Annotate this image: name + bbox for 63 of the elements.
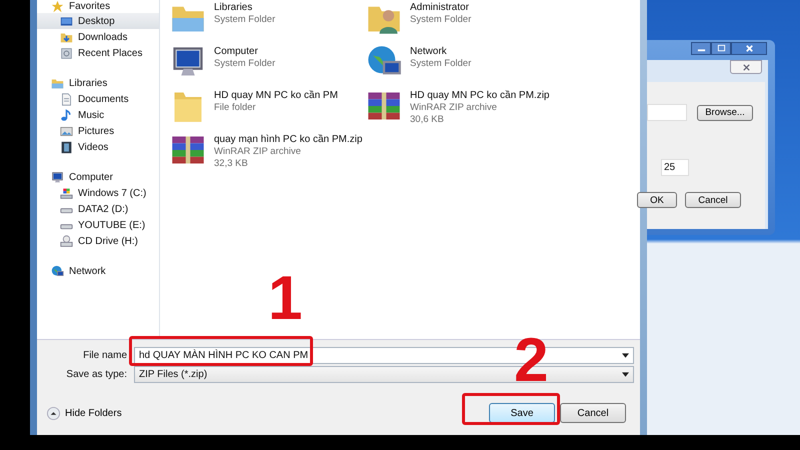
field-label: File name xyxy=(82,350,128,361)
file-item[interactable]: Administrator System Folder xyxy=(366,0,640,44)
nav-item[interactable]: Desktop xyxy=(37,13,159,29)
nav-label: Network xyxy=(69,266,106,276)
field-label: Save as type: xyxy=(65,369,128,380)
ok-button[interactable]: OK xyxy=(637,192,677,208)
browse-button[interactable]: Browse... xyxy=(697,104,753,120)
file-type: System Folder xyxy=(410,58,472,70)
nav-item[interactable]: YOUTUBE (E:) xyxy=(37,217,159,233)
nav-item[interactable]: Downloads xyxy=(37,29,159,45)
file-type: System Folder xyxy=(214,14,276,26)
nav-label: Recent Places xyxy=(78,48,142,58)
file-name: quay mạn hình PC ko cần PM.zip xyxy=(214,133,362,146)
nav-item[interactable]: Music xyxy=(37,107,159,123)
nav-item[interactable]: Windows 7 (C:) xyxy=(37,185,159,201)
nav-label: Downloads xyxy=(78,32,128,42)
nav-label: Libraries xyxy=(69,78,108,88)
file-name: Computer xyxy=(214,45,259,58)
step-number: 1 xyxy=(268,268,302,330)
file-item[interactable]: Libraries System Folder xyxy=(170,0,366,44)
file-item[interactable]: Computer System Folder xyxy=(170,44,366,88)
nav-label: Pictures xyxy=(78,126,114,136)
number-field[interactable]: 25 xyxy=(661,159,689,176)
file-type: WinRAR ZIP archive xyxy=(410,102,498,114)
file-type: System Folder xyxy=(214,58,276,70)
nav-item[interactable]: Computer xyxy=(37,169,159,185)
file-item[interactable]: quay mạn hình PC ko cần PM.zip WinRAR ZIP archive 32,3 KB xyxy=(170,132,366,176)
file-item[interactable]: HD quay MN PC ko cần PM File folder xyxy=(170,88,366,132)
nav-item[interactable]: Videos xyxy=(37,139,159,155)
nav-label: Music xyxy=(78,110,104,120)
file-name: HD quay MN PC ko cần PM xyxy=(214,89,338,102)
file-type: System Folder xyxy=(410,14,472,26)
file-size: 30,6 KB xyxy=(410,114,445,126)
nav-item[interactable]: CD Drive (H:) xyxy=(37,233,159,249)
nav-item[interactable]: Documents xyxy=(37,91,159,107)
nav-label: DATA2 (D:) xyxy=(78,204,128,214)
cancel-button[interactable]: Cancel xyxy=(560,403,626,423)
file-type: WinRAR ZIP archive xyxy=(214,146,302,158)
nav-label: Videos xyxy=(78,142,108,152)
nav-label: CD Drive (H:) xyxy=(78,236,138,246)
nav-item[interactable]: Network xyxy=(37,263,159,279)
file-size: 32,3 KB xyxy=(214,158,249,170)
hide-folders-button[interactable]: Hide Folders xyxy=(47,406,122,420)
file-name: HD quay MN PC ko cần PM.zip xyxy=(410,89,550,102)
file-name: Network xyxy=(410,45,448,58)
file-type: File folder xyxy=(214,102,257,114)
nav-label: Desktop xyxy=(78,16,115,26)
nav-item[interactable]: Libraries xyxy=(37,75,159,91)
nav-item[interactable]: Recent Places xyxy=(37,45,159,61)
file-name: Libraries xyxy=(214,1,254,14)
nav-item[interactable]: DATA2 (D:) xyxy=(37,201,159,217)
nav-item[interactable]: Favorites xyxy=(37,0,159,13)
nav-label: Computer xyxy=(69,172,113,182)
nav-item[interactable]: Pictures xyxy=(37,123,159,139)
file-item[interactable]: HD quay MN PC ko cần PM.zip WinRAR ZIP archive 30,6 KB xyxy=(366,88,640,132)
file-name: Administrator xyxy=(410,1,470,14)
cancel-button[interactable]: Cancel xyxy=(685,192,741,208)
nav-label: Windows 7 (C:) xyxy=(78,188,146,198)
nav-label: YOUTUBE (E:) xyxy=(78,220,146,230)
file-item[interactable]: Network System Folder xyxy=(366,44,640,88)
nav-label: Favorites xyxy=(69,1,110,12)
nav-label: Documents xyxy=(78,94,129,104)
save-button[interactable]: Save xyxy=(489,403,555,423)
